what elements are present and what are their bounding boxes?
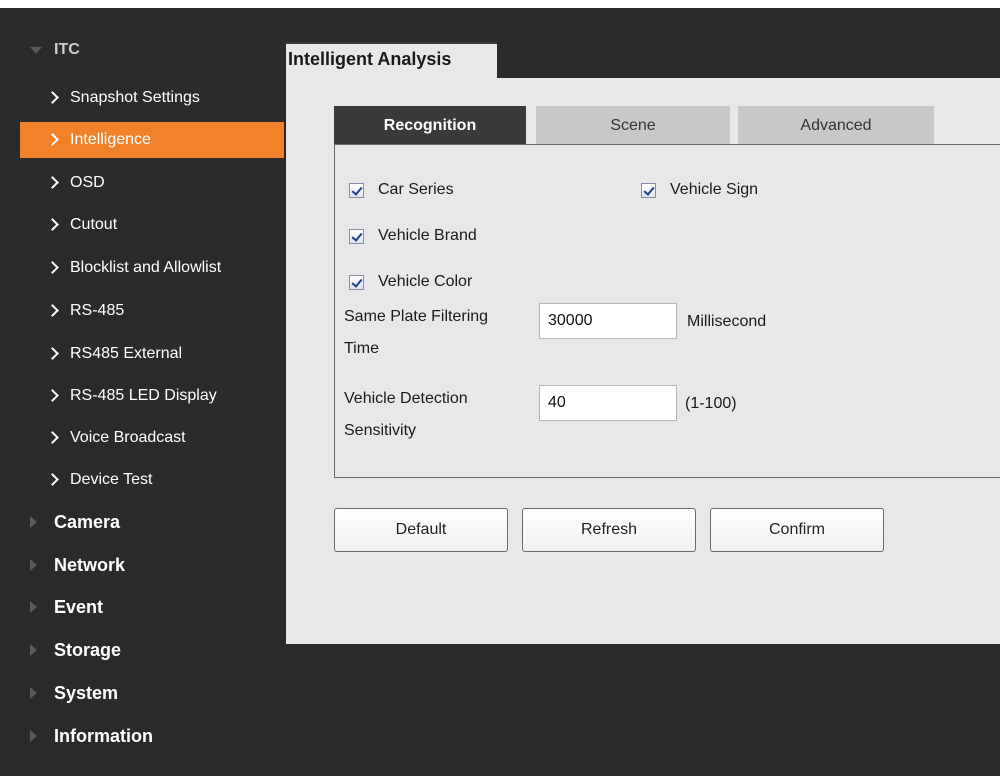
vehicle-detection-sensitivity-input[interactable] <box>539 385 677 421</box>
triangle-right-icon <box>0 502 37 540</box>
sidebar-section-event[interactable]: Event <box>0 587 284 625</box>
chevron-right-icon <box>48 389 58 403</box>
chevron-right-icon <box>48 261 58 275</box>
same-plate-filtering-label: Same Plate Filtering Time <box>344 301 488 365</box>
chevron-right-icon <box>48 473 58 487</box>
triangle-down-icon <box>0 30 42 68</box>
vehicle-brand-checkbox[interactable]: Vehicle Brand <box>349 227 477 245</box>
sidebar-section-network[interactable]: Network <box>0 545 284 583</box>
sidebar-item-rs485-external[interactable]: RS485 External <box>20 336 284 372</box>
sidebar-section-label: ITC <box>54 41 80 58</box>
chevron-right-icon <box>48 176 58 190</box>
sidebar-item-intelligence[interactable]: Intelligence <box>20 122 284 158</box>
sidebar-item-label: Device Test <box>70 471 153 488</box>
vehicle-detection-sensitivity-label: Vehicle Detection Sensitivity <box>344 383 468 447</box>
sidebar-section-label: Camera <box>54 512 121 532</box>
car-series-checkbox[interactable]: Car Series <box>349 181 454 199</box>
chevron-right-icon <box>48 431 58 445</box>
checkbox-checked-icon <box>349 274 364 290</box>
chevron-right-icon <box>48 304 58 318</box>
triangle-right-icon <box>0 587 37 625</box>
sidebar-item-label: Voice Broadcast <box>70 429 186 446</box>
sidebar-item-osd[interactable]: OSD <box>20 165 284 201</box>
tab-scene[interactable]: Scene <box>536 106 730 146</box>
chevron-right-icon <box>48 218 58 232</box>
checkbox-label: Vehicle Color <box>378 273 473 290</box>
sidebar-item-rs485-led-display[interactable]: RS-485 LED Display <box>20 378 284 414</box>
chevron-right-icon <box>48 133 58 147</box>
sidebar-section-label: Storage <box>54 640 122 660</box>
sidebar-item-snapshot-settings[interactable]: Snapshot Settings <box>20 80 284 116</box>
sidebar-section-system[interactable]: System <box>0 673 284 711</box>
app-window: ITC Snapshot Settings Intelligence OSD C… <box>0 8 1000 776</box>
refresh-button[interactable]: Refresh <box>522 508 696 552</box>
sidebar-item-label: OSD <box>70 174 105 191</box>
page-title-tab[interactable]: Intelligent Analysis <box>286 42 497 78</box>
sidebar-item-rs485[interactable]: RS-485 <box>20 293 284 329</box>
label-line: Time <box>344 340 379 357</box>
sidebar-item-label: Cutout <box>70 216 118 233</box>
sidebar-item-label: RS485 External <box>70 345 183 362</box>
sidebar-item-label: Snapshot Settings <box>70 89 200 106</box>
sidebar: ITC Snapshot Settings Intelligence OSD C… <box>0 8 284 776</box>
sidebar-item-cutout[interactable]: Cutout <box>20 207 284 243</box>
tab-advanced[interactable]: Advanced <box>738 106 934 146</box>
recognition-panel: Car Series Vehicle Sign Vehicle Brand Ve… <box>334 144 1000 478</box>
sidebar-item-voice-broadcast[interactable]: Voice Broadcast <box>20 420 284 456</box>
label-line: Vehicle Detection <box>344 390 468 407</box>
label-line: Same Plate Filtering <box>344 308 489 325</box>
checkbox-checked-icon <box>349 182 364 198</box>
sidebar-item-label: Blocklist and Allowlist <box>70 259 222 276</box>
checkbox-label: Vehicle Sign <box>670 181 759 198</box>
page-title: Intelligent Analysis <box>288 49 452 69</box>
tab-recognition[interactable]: Recognition <box>334 106 526 146</box>
sidebar-item-device-test[interactable]: Device Test <box>20 462 284 498</box>
sidebar-section-label: Event <box>54 597 104 617</box>
triangle-right-icon <box>0 673 37 711</box>
label-line: Sensitivity <box>344 422 417 439</box>
content-area: Recognition Scene Advanced Car Series Ve… <box>286 78 1000 644</box>
sidebar-section-storage[interactable]: Storage <box>0 630 284 668</box>
checkbox-label: Car Series <box>378 181 454 198</box>
sidebar-item-blocklist-allowlist[interactable]: Blocklist and Allowlist <box>20 250 284 286</box>
triangle-right-icon <box>0 716 37 754</box>
sidebar-item-label: RS-485 <box>70 302 125 319</box>
triangle-right-icon <box>0 630 37 668</box>
millisecond-unit: Millisecond <box>687 313 767 330</box>
checkbox-checked-icon <box>641 182 656 198</box>
checkbox-label: Vehicle Brand <box>378 227 477 244</box>
checkbox-checked-icon <box>349 228 364 244</box>
vehicle-color-checkbox[interactable]: Vehicle Color <box>349 273 472 291</box>
chevron-right-icon <box>48 91 58 105</box>
vehicle-sign-checkbox[interactable]: Vehicle Sign <box>641 181 758 199</box>
sensitivity-range: (1-100) <box>685 395 737 412</box>
sidebar-section-camera[interactable]: Camera <box>0 502 284 540</box>
sidebar-item-label: RS-485 LED Display <box>70 387 217 404</box>
sidebar-section-label: Network <box>54 555 126 575</box>
sidebar-section-label: System <box>54 683 119 703</box>
chevron-right-icon <box>48 347 58 361</box>
triangle-right-icon <box>0 545 37 583</box>
confirm-button[interactable]: Confirm <box>710 508 884 552</box>
default-button[interactable]: Default <box>334 508 508 552</box>
same-plate-filtering-input[interactable] <box>539 303 677 339</box>
sidebar-section-information[interactable]: Information <box>0 716 284 754</box>
sidebar-section-itc[interactable]: ITC <box>0 30 284 68</box>
sidebar-item-label: Intelligence <box>70 131 151 148</box>
sidebar-section-label: Information <box>54 726 153 746</box>
